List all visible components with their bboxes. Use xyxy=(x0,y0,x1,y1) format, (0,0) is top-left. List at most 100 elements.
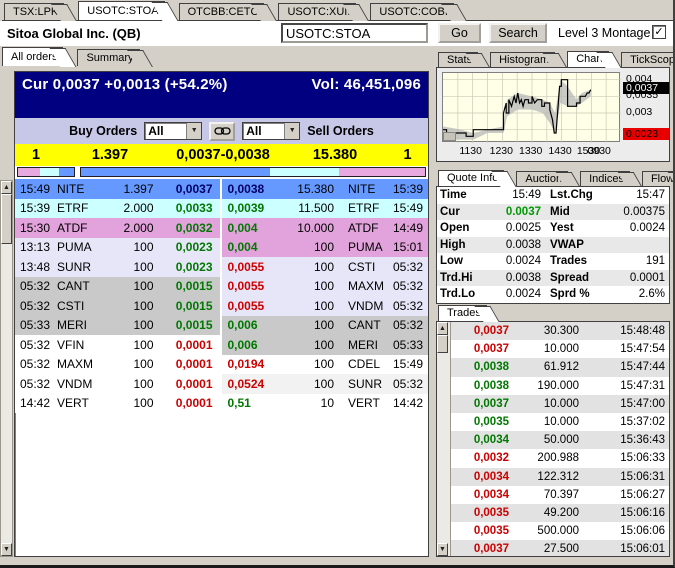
ask-order-row[interactable]: 0,006 100 MERI 05:33 xyxy=(221,335,428,355)
trade-price: 0,0037 xyxy=(473,543,509,556)
chevron-down-icon[interactable]: ▼ xyxy=(284,123,300,139)
search-button[interactable]: Search xyxy=(489,23,547,43)
bid-order-row[interactable]: 05:33 MERI 100 0,0015 xyxy=(15,315,220,335)
trade-row[interactable]: 0,0035 10.000 15:37:02 xyxy=(451,413,669,431)
trade-price: 0,0037 xyxy=(473,397,509,410)
trade-row[interactable]: 0,0034 70.397 15:06:27 xyxy=(451,486,669,504)
order-mmid: VERT xyxy=(348,396,380,411)
tab-summary[interactable]: Summary xyxy=(77,49,140,66)
depth-segment xyxy=(58,168,74,176)
y-axis-tick: 0,003 xyxy=(626,106,653,118)
trade-time: 15:47:31 xyxy=(620,379,665,392)
bid-order-row[interactable]: 05:32 VFIN 100 0,0001 xyxy=(15,335,220,355)
bid-order-row[interactable]: 15:39 ETRF 2.000 0,0033 xyxy=(15,198,220,218)
bid-order-row[interactable]: 13:48 SUNR 100 0,0023 xyxy=(15,257,220,277)
level3-montage-checkbox[interactable]: ✓ xyxy=(652,25,666,39)
quote-info-row: Time 15:49 Lst.Chg 15:47 xyxy=(437,187,669,204)
tab-stats[interactable]: Stats xyxy=(438,52,479,67)
tab-auction[interactable]: Auction xyxy=(516,171,569,186)
orders-scrollbar[interactable]: ▲ ▼ xyxy=(0,180,13,557)
ask-order-row[interactable]: 0,0524 100 SUNR 05:32 xyxy=(221,374,428,394)
scroll-down-icon[interactable]: ▼ xyxy=(1,543,12,556)
buy-filter-select[interactable]: All ▼ xyxy=(144,122,203,140)
sell-filter-select[interactable]: All ▼ xyxy=(242,122,301,140)
scroll-up-icon[interactable]: ▲ xyxy=(1,181,12,194)
tab-quote-info[interactable]: Quote Info xyxy=(438,170,505,186)
x-axis-tick: 0930 xyxy=(587,145,611,157)
bid-order-row[interactable]: 05:32 MAXM 100 0,0001 xyxy=(15,354,220,374)
order-time: 05:32 xyxy=(392,298,423,313)
trade-price: 0,0035 xyxy=(473,416,509,429)
trades-scrollbar[interactable]: ▲ ▼ xyxy=(437,322,451,556)
scroll-down-icon[interactable]: ▼ xyxy=(437,543,448,556)
ask-order-row[interactable]: 0,0194 100 CDEL 15:49 xyxy=(221,354,428,374)
bid-order-row[interactable]: 05:32 CSTI 100 0,0015 xyxy=(15,296,220,316)
order-size: 10 xyxy=(320,396,334,411)
order-size: 100 xyxy=(313,259,334,274)
trade-row[interactable]: 0,0037 10.000 15:47:54 xyxy=(451,340,669,358)
quote-value: 0.0038 xyxy=(505,238,541,251)
trade-row[interactable]: 0,0037 27.500 15:06:01 xyxy=(451,540,669,556)
tab-usotc-cobi[interactable]: USOTC:COBI xyxy=(370,3,454,20)
order-mmid: ATDF xyxy=(348,220,379,235)
trade-row[interactable]: 0,0038 190.000 15:47:31 xyxy=(451,377,669,395)
trade-row[interactable]: 0,0035 500.000 15:06:06 xyxy=(451,522,669,540)
quote-info-row: Trd.Lo 0.0024 Sprd % 2.6% xyxy=(437,286,669,303)
trade-row[interactable]: 0,0034 50.000 15:36:43 xyxy=(451,431,669,450)
order-size: 100 xyxy=(313,376,334,391)
bid-order-row[interactable]: 15:30 ATDF 2.000 0,0032 xyxy=(15,218,220,238)
quote-label: Sprd % xyxy=(550,288,590,301)
scroll-up-icon[interactable]: ▲ xyxy=(437,322,448,335)
go-button[interactable]: Go xyxy=(438,23,481,43)
scrollbar-thumb[interactable] xyxy=(1,194,12,244)
ask-order-row[interactable]: 0,0055 100 VNDM 05:32 xyxy=(221,296,428,316)
tab-otcbb-cetc[interactable]: OTCBB:CETC xyxy=(178,3,265,20)
quote-value: 0.0037 xyxy=(505,205,541,218)
tab-chart[interactable]: Chart xyxy=(567,51,610,67)
ask-order-row[interactable]: 0,51 10 VERT 14:42 xyxy=(221,393,428,413)
tab-all-orders[interactable]: All orders xyxy=(2,47,64,66)
ask-order-row[interactable]: 0,004 100 PUMA 15:01 xyxy=(221,237,428,257)
trade-size: 10.000 xyxy=(543,397,579,410)
ask-order-row[interactable]: 0,004 10.000 ATDF 14:49 xyxy=(221,218,428,238)
scrollbar-thumb[interactable] xyxy=(437,335,448,353)
trade-row[interactable]: 0,0035 49.200 15:06:16 xyxy=(451,503,669,523)
tab-indices[interactable]: Indices xyxy=(580,171,630,186)
trade-row[interactable]: 0,0037 30.300 15:48:48 xyxy=(451,322,669,341)
chevron-down-icon[interactable]: ▼ xyxy=(186,123,202,139)
chart-scroll-thumb[interactable] xyxy=(443,132,456,141)
ask-order-row[interactable]: 0,0055 100 CSTI 05:32 xyxy=(221,257,428,277)
trade-row[interactable]: 0,0034 122.312 15:06:31 xyxy=(451,467,669,486)
trade-price: 0,0034 xyxy=(473,470,509,483)
ask-order-row[interactable]: 0,0055 100 MAXM 05:32 xyxy=(221,276,428,296)
bid-order-row[interactable]: 14:42 VERT 100 0,0001 xyxy=(15,393,220,413)
trade-size: 10.000 xyxy=(543,416,579,429)
trade-row[interactable]: 0,0037 10.000 15:47:00 xyxy=(451,394,669,413)
symbol-input[interactable] xyxy=(281,23,428,43)
tab-usotc-xuii[interactable]: USOTC:XUII xyxy=(278,3,357,20)
trade-time: 15:06:06 xyxy=(620,525,665,538)
trade-row[interactable]: 0,0032 200.988 15:06:33 xyxy=(451,449,669,467)
bid-order-row[interactable]: 15:49 NITE 1.397 0,0037 xyxy=(15,179,220,199)
tab-trades[interactable]: Trades xyxy=(438,305,487,321)
order-time: 05:32 xyxy=(20,376,51,391)
quote-value: 191 xyxy=(645,255,665,268)
trade-row[interactable]: 0,0038 61.912 15:47:44 xyxy=(451,358,669,377)
link-filters-button[interactable] xyxy=(209,121,236,141)
ask-order-row[interactable]: 0,0038 15.380 NITE 15:39 xyxy=(221,179,428,199)
ask-order-row[interactable]: 0,006 100 CANT 05:32 xyxy=(221,315,428,335)
order-size: 100 xyxy=(133,337,154,352)
bid-order-row[interactable]: 05:32 CANT 100 0,0015 xyxy=(15,276,220,296)
x-axis-tick: 1430 xyxy=(548,145,572,157)
ask-order-row[interactable]: 0,0039 11.500 ETRF 15:49 xyxy=(221,198,428,218)
bid-order-row[interactable]: 13:13 PUMA 100 0,0023 xyxy=(15,237,220,257)
quote-value: 0.0024 xyxy=(505,255,541,268)
tab-flow[interactable]: Flow xyxy=(641,171,675,186)
order-price: 0,0015 xyxy=(175,279,213,294)
tab-tickscope[interactable]: TickScope xyxy=(621,52,675,67)
bid-order-row[interactable]: 05:32 VNDM 100 0,0001 xyxy=(15,374,220,394)
tab-usotc-stoa[interactable]: USOTC:STOA xyxy=(78,1,165,20)
tab-histogram[interactable]: Histogram xyxy=(490,52,556,67)
order-price: 0,0015 xyxy=(175,318,213,333)
tab-tsx-lpk[interactable]: TSX:LPK xyxy=(4,3,65,20)
